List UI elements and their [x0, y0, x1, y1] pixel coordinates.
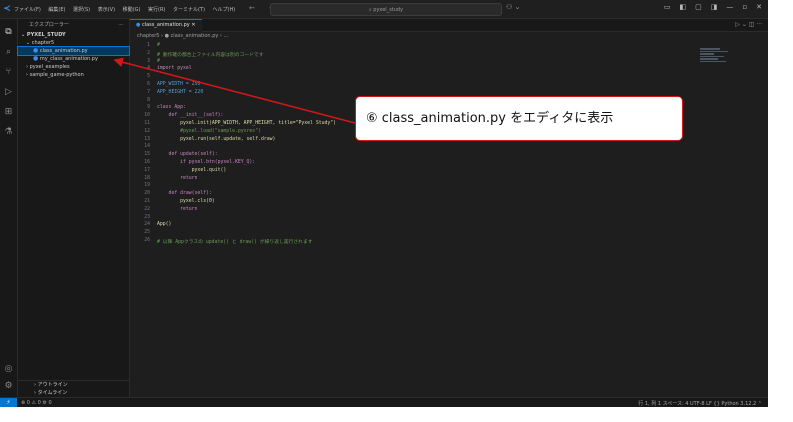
callout-box: ⑥ class_animation.py をエディタに表示 — [355, 96, 683, 141]
callout-text: ⑥ class_animation.py をエディタに表示 — [366, 111, 614, 126]
callout-arrow — [113, 57, 356, 124]
